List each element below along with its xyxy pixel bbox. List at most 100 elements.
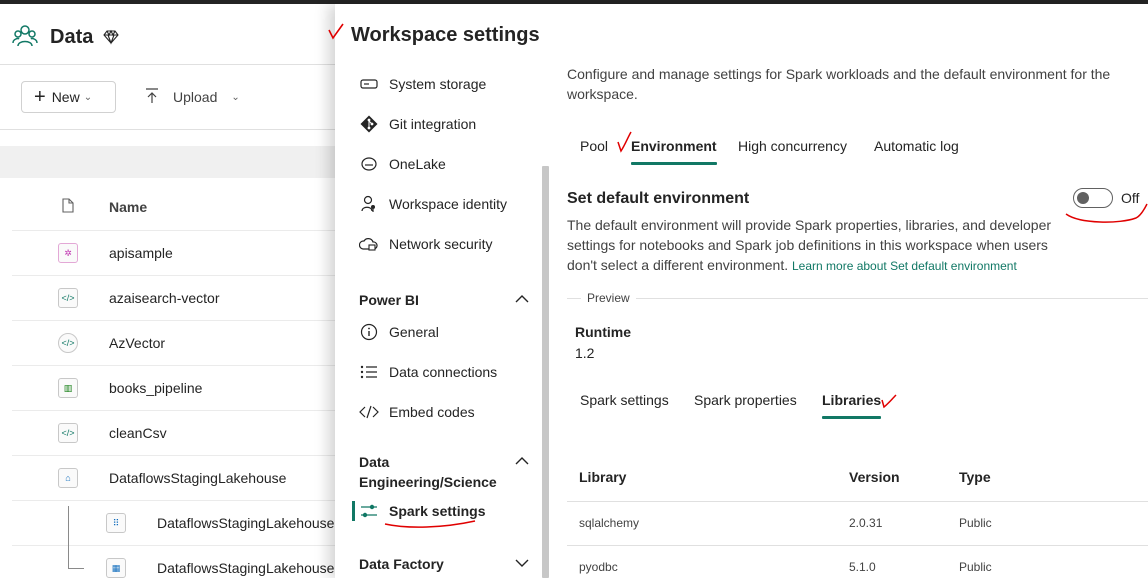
chevron-down-icon: ⌄ — [231, 91, 240, 103]
runtime-value: 1.2 — [575, 345, 595, 361]
default-environment-toggle[interactable] — [1073, 188, 1113, 208]
workspace-pane: Data + New ⌄ Upload ⌄ Name ✲ apisample <… — [0, 4, 336, 578]
list-item[interactable]: </> cleanCsv — [12, 410, 336, 455]
list-item-label: DataflowsStagingLakehouse — [157, 515, 335, 531]
plus-icon: + — [34, 86, 46, 108]
list-item-label: AzVector — [109, 335, 166, 351]
sql-endpoint-icon: ⠿ — [106, 513, 126, 533]
preview-label: Preview — [581, 291, 636, 305]
library-name: pyodbc — [579, 560, 618, 574]
chevron-down-icon: ⌄ — [83, 91, 93, 103]
nav-item-label: Workspace identity — [389, 196, 508, 212]
learn-more-link[interactable]: Learn more about Set default environment — [792, 259, 1017, 273]
list-icon — [359, 362, 379, 382]
onelake-icon — [359, 154, 379, 174]
nav-item-label: Spark settings — [389, 503, 486, 519]
upload-icon — [145, 87, 159, 107]
nav-section-power-bi[interactable]: Power BI — [359, 290, 529, 310]
nav-item-label: Git integration — [389, 116, 477, 132]
pipeline-icon: ▥ — [58, 378, 78, 398]
list-item[interactable]: ▦ DataflowsStagingLakehouse — [12, 545, 336, 578]
nav-section-title: Power BI — [359, 292, 419, 308]
nav-item-label: General — [389, 324, 439, 340]
tab-high-concurrency[interactable]: High concurrency — [738, 138, 847, 154]
nav-item-general[interactable]: General — [359, 319, 439, 345]
nav-item-workspace-identity[interactable]: Workspace identity — [359, 191, 507, 217]
table-row[interactable]: sqlalchemy 2.0.31 Public — [567, 502, 1148, 546]
library-version: 2.0.31 — [849, 516, 883, 530]
toggle-knob — [1077, 192, 1089, 204]
table-header-row: Library Version Type — [567, 456, 1148, 502]
nav-section-data-factory[interactable]: Data Factory — [359, 554, 529, 574]
code-icon — [359, 402, 379, 422]
settings-nav: System storage Git integration OneLake W… — [335, 64, 550, 578]
tab-pool[interactable]: Pool — [580, 138, 608, 154]
list-item-label: azaisearch-vector — [109, 290, 220, 306]
notebook-icon: ✲ — [58, 243, 78, 263]
storage-icon — [359, 74, 379, 94]
list-header: Name — [0, 190, 336, 226]
list-item-label: DataflowsStagingLakehouse — [109, 470, 287, 486]
notebook-icon: </> — [58, 333, 78, 353]
library-type: Public — [959, 560, 992, 574]
tab-automatic-log[interactable]: Automatic log — [874, 138, 959, 154]
sliders-icon — [359, 501, 379, 521]
name-column-header[interactable]: Name — [109, 199, 147, 215]
filter-band — [0, 146, 336, 178]
tree-line — [68, 568, 84, 569]
nav-item-network-security[interactable]: Network security — [359, 231, 492, 257]
column-header-library: Library — [579, 469, 627, 485]
toggle-state-label: Off — [1121, 190, 1140, 206]
nav-item-embed-codes[interactable]: Embed codes — [359, 399, 475, 425]
notebook-icon: </> — [58, 423, 78, 443]
column-header-version: Version — [849, 469, 900, 485]
column-header-type: Type — [959, 469, 991, 485]
semantic-model-icon: ▦ — [106, 558, 126, 578]
list-item[interactable]: ✲ apisample — [12, 230, 336, 275]
list-item-label: books_pipeline — [109, 380, 203, 396]
subtab-spark-properties[interactable]: Spark properties — [694, 392, 797, 408]
library-type: Public — [959, 516, 992, 530]
list-item[interactable]: ⠿ DataflowsStagingLakehouse — [12, 500, 336, 545]
nav-item-onelake[interactable]: OneLake — [359, 151, 446, 177]
tab-environment[interactable]: Environment — [631, 138, 717, 165]
panel-title: Workspace settings — [351, 24, 540, 46]
nav-section-title: Data Factory — [359, 556, 444, 572]
new-button[interactable]: + New ⌄ — [21, 81, 116, 113]
nav-item-data-connections[interactable]: Data connections — [359, 359, 497, 385]
workspace-icon — [12, 24, 38, 50]
workspace-header: Data — [12, 22, 120, 52]
identity-icon — [359, 194, 379, 214]
list-item[interactable]: ▥ books_pipeline — [12, 365, 336, 410]
panel-description: Configure and manage settings for Spark … — [567, 66, 1111, 102]
nav-item-system-storage[interactable]: System storage — [359, 71, 486, 97]
cloud-lock-icon — [359, 234, 379, 254]
upload-button[interactable]: Upload ⌄ — [145, 84, 240, 110]
nav-item-label: Embed codes — [389, 404, 475, 420]
toolbar-divider — [0, 129, 336, 130]
tree-line — [68, 506, 69, 568]
list-item[interactable]: </> AzVector — [12, 320, 336, 365]
subtab-libraries[interactable]: Libraries — [822, 392, 882, 419]
workspace-title: Data — [50, 25, 94, 48]
chevron-up-icon[interactable] — [515, 452, 529, 472]
list-item-label: DataflowsStagingLakehouse — [157, 560, 335, 576]
nav-item-spark-settings[interactable]: Spark settings — [359, 498, 485, 524]
notebook-icon: </> — [58, 288, 78, 308]
chevron-up-icon[interactable] — [515, 290, 529, 310]
library-version: 5.1.0 — [849, 560, 876, 574]
active-indicator — [352, 501, 355, 521]
nav-section-data-engineering[interactable]: Data Engineering/Science — [359, 452, 529, 492]
nav-item-git-integration[interactable]: Git integration — [359, 111, 476, 137]
chevron-down-icon[interactable] — [515, 554, 529, 574]
file-type-icon — [62, 198, 74, 218]
list-item[interactable]: </> azaisearch-vector — [12, 275, 336, 320]
subtab-spark-settings[interactable]: Spark settings — [580, 392, 669, 408]
nav-item-label: System storage — [389, 76, 487, 92]
list-item[interactable]: ⌂ DataflowsStagingLakehouse — [12, 455, 336, 500]
nav-scrollbar[interactable] — [542, 166, 549, 578]
header-divider — [0, 64, 336, 65]
table-row[interactable]: pyodbc 5.1.0 Public — [567, 546, 1148, 578]
library-name: sqlalchemy — [579, 516, 640, 530]
premium-diamond-icon — [103, 29, 120, 45]
